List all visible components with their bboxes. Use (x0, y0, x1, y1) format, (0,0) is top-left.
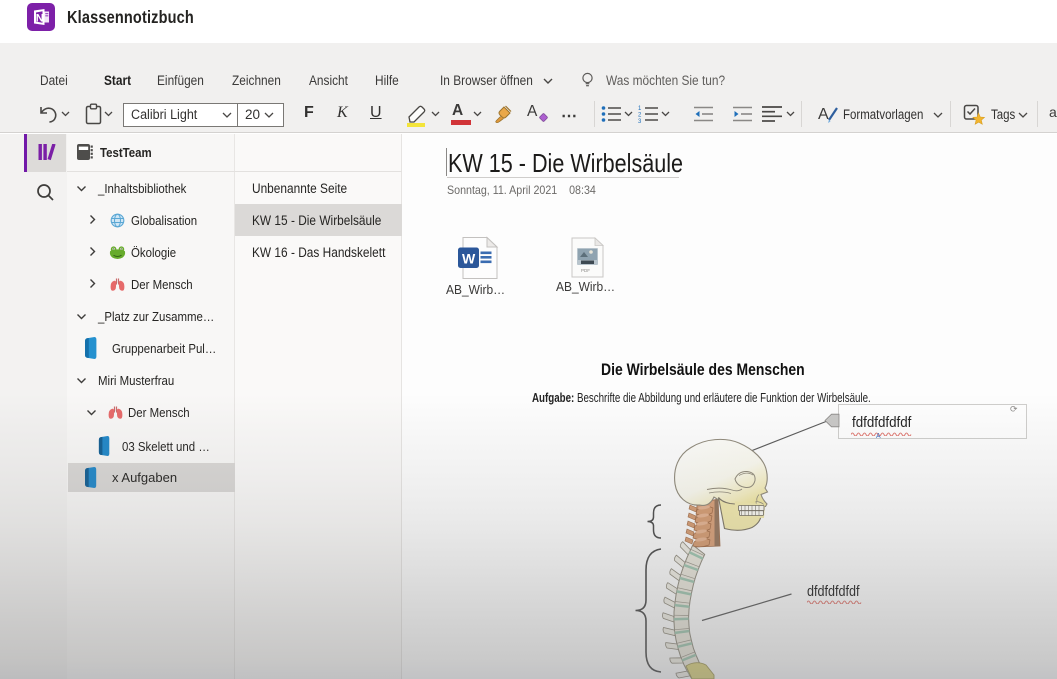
svg-text:W: W (462, 251, 476, 267)
svg-text:A: A (818, 106, 829, 123)
svg-text:N: N (36, 13, 44, 25)
svg-text:3: 3 (638, 119, 642, 123)
svg-text:PDF: PDF (581, 268, 590, 273)
svg-text:1: 1 (638, 106, 642, 112)
svg-text:2: 2 (638, 113, 642, 119)
